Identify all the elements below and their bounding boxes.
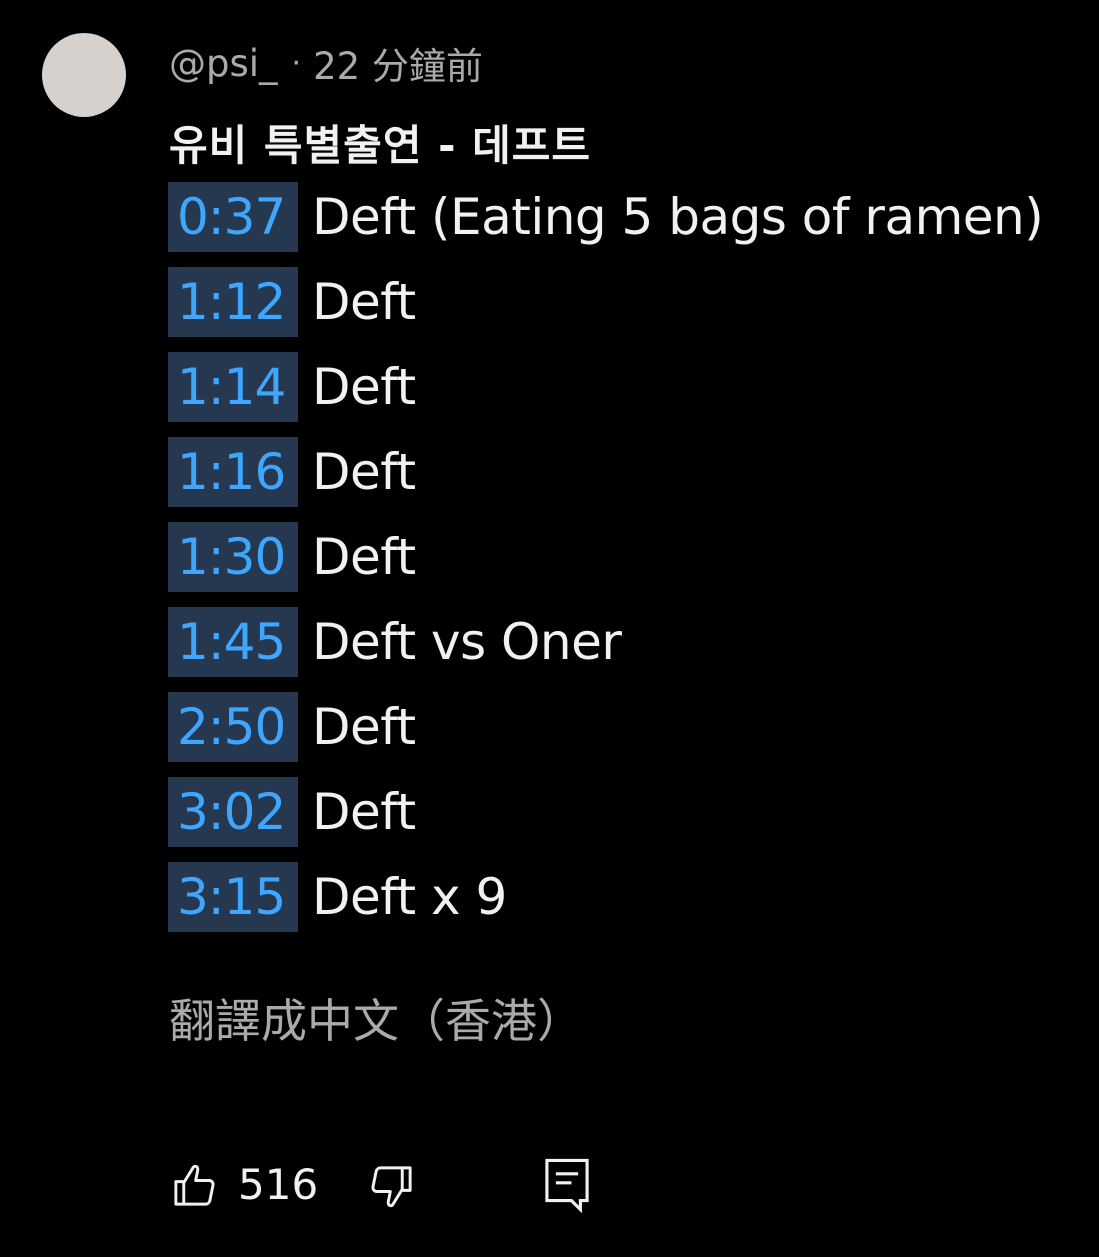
comment-reply-icon bbox=[545, 1158, 589, 1214]
chapter-text: Deft x 9 bbox=[312, 868, 507, 926]
chapter-text: Deft bbox=[312, 273, 416, 331]
list-item: 1:45 Deft vs Oner bbox=[168, 607, 1043, 677]
thumbs-down-icon bbox=[371, 1166, 412, 1208]
timestamp-link[interactable]: 3:15 bbox=[168, 862, 298, 932]
dislike-button[interactable] bbox=[364, 1160, 418, 1214]
chapter-text: Deft bbox=[312, 443, 416, 501]
timestamp-link[interactable]: 1:16 bbox=[168, 437, 298, 507]
timestamp-link[interactable]: 3:02 bbox=[168, 777, 298, 847]
comment-title: 유비 특별출연 - 데프트 bbox=[169, 121, 592, 170]
comment-actions: 516 bbox=[168, 1152, 608, 1216]
avatar[interactable] bbox=[42, 33, 126, 117]
timestamp-link[interactable]: 1:45 bbox=[168, 607, 298, 677]
chapter-text: Deft bbox=[312, 698, 416, 756]
list-item: 1:30 Deft bbox=[168, 522, 1043, 592]
timestamp-link[interactable]: 0:37 bbox=[168, 182, 298, 252]
chapter-text: Deft bbox=[312, 528, 416, 586]
list-item: 0:37 Deft (Eating 5 bags of ramen) bbox=[168, 182, 1044, 252]
chapter-text: Deft vs Oner bbox=[312, 613, 622, 671]
like-count: 516 bbox=[238, 1160, 319, 1209]
list-item: 3:15 Deft x 9 bbox=[168, 862, 1043, 932]
timestamp-link[interactable]: 1:30 bbox=[168, 522, 298, 592]
comment-header: @psi_ · 22 分鐘前 bbox=[169, 40, 483, 89]
comment-time[interactable]: 22 分鐘前 bbox=[313, 36, 483, 90]
chapter-text: Deft bbox=[312, 358, 416, 416]
timestamp-link[interactable]: 1:12 bbox=[168, 267, 298, 337]
like-button[interactable] bbox=[168, 1158, 222, 1212]
list-item: 1:16 Deft bbox=[168, 437, 1043, 507]
list-item: 1:12 Deft bbox=[168, 267, 1043, 337]
thumbs-up-icon bbox=[174, 1164, 215, 1206]
translate-link[interactable]: 翻譯成中文（香港） bbox=[169, 985, 583, 1051]
list-item: 2:50 Deft bbox=[168, 692, 1043, 762]
list-item: 3:02 Deft bbox=[168, 777, 1043, 847]
list-item: 1:14 Deft bbox=[168, 352, 1043, 422]
timestamp-link[interactable]: 2:50 bbox=[168, 692, 298, 762]
author-name[interactable]: @psi_ bbox=[169, 42, 278, 85]
timestamp-link[interactable]: 1:14 bbox=[168, 352, 298, 422]
chapter-list: 0:37 Deft (Eating 5 bags of ramen) 1:12 … bbox=[168, 182, 1044, 947]
chapter-text: Deft (Eating 5 bags of ramen) bbox=[312, 188, 1044, 246]
header-separator: · bbox=[291, 45, 302, 81]
reply-button[interactable] bbox=[542, 1156, 592, 1214]
chapter-text: Deft bbox=[312, 783, 416, 841]
